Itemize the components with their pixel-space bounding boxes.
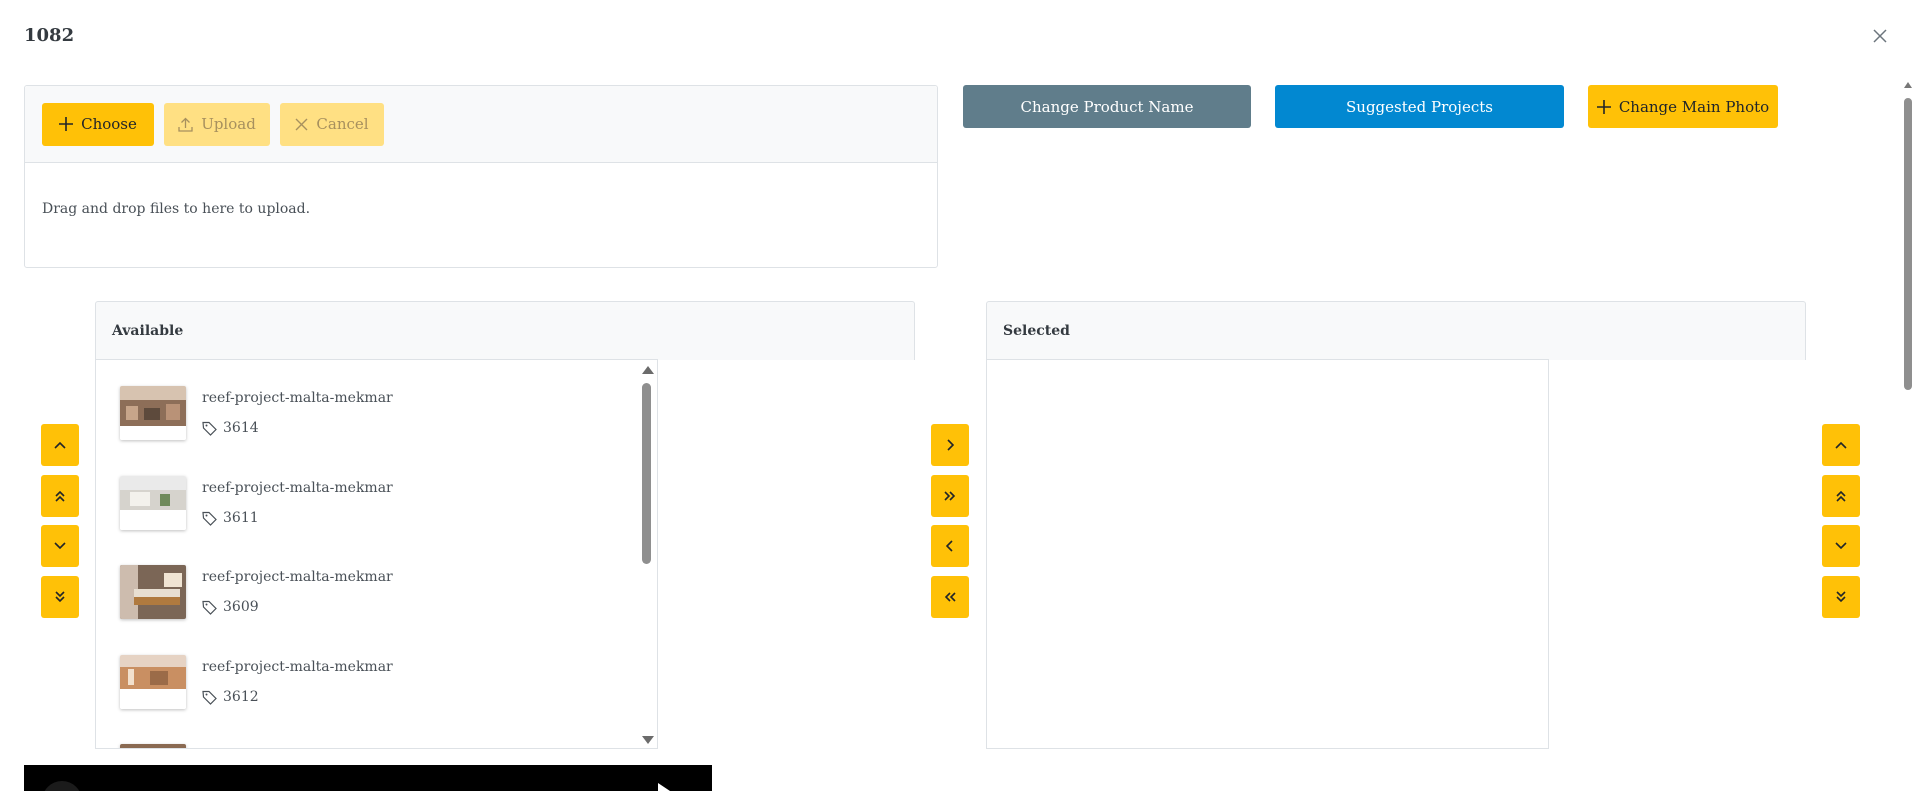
item-id: 3612 (223, 689, 259, 705)
change-main-photo-button[interactable]: Change Main Photo (1588, 85, 1778, 128)
scroll-up-arrow[interactable] (1904, 82, 1912, 88)
thumbnail-image (120, 386, 186, 440)
item-id: 3614 (223, 420, 259, 436)
double-chevron-down-icon (55, 591, 65, 603)
move-to-available-button[interactable] (931, 525, 969, 567)
item-tag: 3609 (202, 599, 259, 615)
thumbnail-image (120, 565, 186, 619)
item-tag: 3614 (202, 420, 259, 436)
item-name: reef-project-malta-mekmar (202, 390, 393, 406)
choose-button[interactable]: Choose (42, 102, 154, 146)
change-main-photo-label: Change Main Photo (1618, 97, 1770, 116)
thumbnail-image (120, 655, 186, 709)
drop-message: Drag and drop files to here to upload. (42, 201, 311, 217)
double-chevron-up-icon (1836, 490, 1846, 502)
close-icon (1873, 29, 1887, 43)
target-move-top-button[interactable] (1822, 475, 1860, 517)
selected-header-label: Selected (1003, 323, 1070, 339)
item-tag: 3612 (202, 689, 259, 705)
source-move-up-button[interactable] (41, 424, 79, 466)
suggested-projects-button[interactable]: Suggested Projects (1275, 85, 1564, 128)
file-upload-panel: Choose Upload Cancel Drag and drop files… (24, 85, 938, 268)
item-id: 3611 (223, 510, 259, 526)
target-move-down-button[interactable] (1822, 525, 1860, 567)
scroll-down-arrow[interactable] (642, 736, 654, 744)
close-button[interactable] (1868, 24, 1892, 48)
available-header-label: Available (112, 323, 184, 339)
chevron-up-icon (54, 441, 66, 449)
cancel-label: Cancel (316, 115, 369, 133)
tag-icon (202, 690, 217, 705)
item-thumbnail (120, 655, 186, 709)
thumbnail-image (120, 744, 186, 748)
x-icon (295, 118, 308, 130)
upload-toolbar: Choose Upload Cancel (25, 86, 937, 163)
page-scrollbar[interactable] (1902, 82, 1913, 791)
available-list-header: Available (95, 301, 915, 360)
change-product-name-button[interactable]: Change Product Name (963, 85, 1251, 128)
scroll-up-arrow[interactable] (642, 366, 654, 374)
available-list[interactable]: reef-project-malta-mekmar 3614 reef-proj… (95, 359, 658, 749)
chevron-down-icon (54, 542, 66, 550)
item-thumbnail (120, 476, 186, 530)
item-tag: 3611 (202, 510, 259, 526)
plus-icon (1596, 99, 1611, 114)
source-move-top-button[interactable] (41, 475, 79, 517)
source-move-down-button[interactable] (41, 525, 79, 567)
upload-icon (178, 117, 193, 132)
chevron-right-icon (947, 439, 954, 451)
move-to-selected-button[interactable] (931, 424, 969, 466)
video-player[interactable] (24, 765, 712, 791)
dialog-title: 1082 (24, 25, 75, 46)
chevron-down-icon (1835, 542, 1847, 550)
tag-icon (202, 600, 217, 615)
double-chevron-right-icon (944, 491, 956, 501)
item-thumbnail (120, 744, 186, 748)
item-name: reef-project-malta-mekmar (202, 659, 393, 675)
page-scroll-thumb[interactable] (1904, 98, 1912, 390)
move-all-to-selected-button[interactable] (931, 475, 969, 517)
cancel-button[interactable]: Cancel (280, 102, 384, 146)
chevron-up-icon (1835, 441, 1847, 449)
play-icon (44, 781, 670, 791)
upload-button[interactable]: Upload (164, 102, 270, 146)
target-move-bottom-button[interactable] (1822, 576, 1860, 618)
upload-label: Upload (201, 115, 256, 133)
move-all-to-available-button[interactable] (931, 576, 969, 618)
item-id: 3609 (223, 599, 259, 615)
item-name: reef-project-malta-mekmar (202, 480, 393, 496)
plus-icon (59, 117, 74, 131)
selected-list[interactable] (986, 359, 1549, 749)
change-product-name-label: Change Product Name (1020, 97, 1194, 116)
chevron-left-icon (946, 540, 953, 552)
double-chevron-left-icon (944, 592, 956, 602)
target-move-up-button[interactable] (1822, 424, 1860, 466)
double-chevron-down-icon (1836, 591, 1846, 603)
tag-icon (202, 511, 217, 526)
tag-icon (202, 421, 217, 436)
double-chevron-up-icon (55, 490, 65, 502)
item-thumbnail (120, 565, 186, 619)
available-scroll-thumb[interactable] (642, 383, 651, 564)
item-thumbnail (120, 386, 186, 440)
suggested-projects-label: Suggested Projects (1346, 97, 1493, 116)
available-list-scrollbar[interactable] (637, 360, 655, 748)
source-move-bottom-button[interactable] (41, 576, 79, 618)
choose-label: Choose (81, 115, 137, 133)
thumbnail-image (120, 476, 186, 530)
item-name: reef-project-malta-mekmar (202, 569, 393, 585)
selected-list-header: Selected (986, 301, 1806, 360)
